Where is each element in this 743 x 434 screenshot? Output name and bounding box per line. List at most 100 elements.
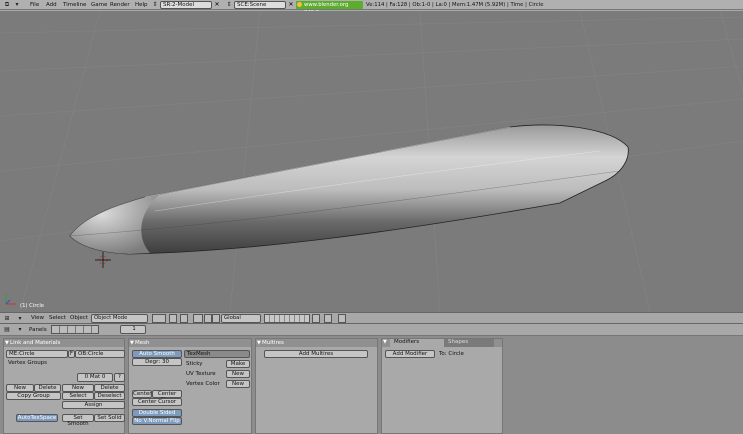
vertex-color-new-button[interactable]: New xyxy=(226,380,250,388)
vertex-color-label: Vertex Color xyxy=(186,381,220,387)
sticky-label: Sticky xyxy=(186,361,203,367)
object-datablock-field[interactable]: OB:Circle xyxy=(75,350,125,358)
auto-smooth-toggle[interactable]: Auto Smooth xyxy=(132,350,182,358)
render-icon[interactable] xyxy=(338,314,346,323)
add-multires-button[interactable]: Add Multires xyxy=(264,350,368,358)
3d-cursor-icon[interactable] xyxy=(95,252,111,268)
panel-tab-bar: ▼ Modifiers Shapes xyxy=(382,339,502,347)
menu-timeline[interactable]: Timeline xyxy=(63,0,86,10)
context-buttons[interactable] xyxy=(51,325,99,334)
material-help-button[interactable]: ? xyxy=(114,373,125,382)
material-select-button[interactable]: Select xyxy=(62,392,94,400)
panel-title-bar[interactable]: ▼ Mesh xyxy=(129,339,251,347)
orientation-dropdown-value: Global xyxy=(224,315,241,321)
center-cursor-button[interactable]: Center Cursor xyxy=(132,398,182,406)
window-type-icon[interactable]: ⧉ xyxy=(3,1,11,9)
panel-title: Mesh xyxy=(135,340,150,346)
panel-mesh: ▼ Mesh Auto Smooth Degr: 30 TexMesh Stic… xyxy=(128,338,252,434)
layer-buttons[interactable] xyxy=(264,314,310,323)
fake-user-toggle[interactable]: F xyxy=(68,350,75,358)
autotexspace-toggle[interactable]: AutoTexSpace xyxy=(16,414,58,422)
collapse-menu-icon[interactable]: ▾ xyxy=(16,315,24,323)
sticky-make-button[interactable]: Make xyxy=(226,360,250,368)
texmesh-field[interactable]: TexMesh xyxy=(184,350,250,358)
collapse-triangle-icon[interactable]: ▼ xyxy=(383,339,387,345)
modifier-target-label: To: Circle xyxy=(439,351,464,357)
vgroup-new-button[interactable]: New xyxy=(6,384,34,392)
scene-delete-icon[interactable]: ✕ xyxy=(287,1,295,9)
scene-field[interactable]: SCE:Scene xyxy=(234,1,286,9)
rotate-icon[interactable] xyxy=(212,314,220,323)
panel-title: Multires xyxy=(262,340,284,346)
copy-group-button[interactable]: Copy Group xyxy=(6,392,61,400)
scene-stats: Ve:114 | Fa:128 | Ob:1-0 | La:0 | Mem:1.… xyxy=(366,2,544,8)
panel-title: Link and Materials xyxy=(10,340,61,346)
screen-field[interactable]: SR:2-Model xyxy=(160,1,212,9)
double-sided-toggle[interactable]: Double Sided xyxy=(132,409,182,417)
menu-render[interactable]: Render xyxy=(110,0,130,10)
frame-value: 1 xyxy=(132,326,136,332)
vgroup-delete-button[interactable]: Delete xyxy=(34,384,61,392)
manipulator-hand-icon[interactable] xyxy=(193,314,203,323)
3d-view-header: ⊞ ▾ View Select Object Object Mode Globa… xyxy=(0,312,743,324)
panel-title-bar[interactable]: ▼ Link and Materials xyxy=(4,339,124,347)
no-v-normal-flip-toggle[interactable]: No V.Normal Flip xyxy=(132,417,182,425)
set-smooth-button[interactable]: Set Smooth xyxy=(62,414,94,427)
window-type-icon[interactable]: ▤ xyxy=(3,326,11,334)
scene-browse-icon[interactable]: ⇕ xyxy=(225,1,233,9)
panel-title-bar[interactable]: ▼ Multires xyxy=(256,339,377,347)
axis-gizmo-icon xyxy=(5,294,16,305)
menu-select[interactable]: Select xyxy=(49,313,66,323)
material-new-button[interactable]: New xyxy=(62,384,94,392)
menu-help[interactable]: Help xyxy=(135,0,148,10)
viewport-canvas[interactable] xyxy=(0,11,743,312)
add-modifier-button[interactable]: Add Modifier xyxy=(385,350,435,358)
panel-multires: ▼ Multires Add Multires xyxy=(255,338,378,434)
buttons-header: ▤ ▾ Panels 1 xyxy=(0,324,743,336)
buttons-area: ▼ Link and Materials ME:Circle F OB:Circ… xyxy=(0,336,743,434)
mode-dropdown-value: Object Mode xyxy=(94,315,128,321)
lock-icon[interactable] xyxy=(312,314,320,323)
collapse-menu-icon[interactable]: ▾ xyxy=(13,1,21,9)
collapse-triangle-icon[interactable]: ▼ xyxy=(257,339,261,347)
info-header: ⧉ ▾ File Add Timeline Game Render Help ⇕… xyxy=(0,0,743,16)
material-deselect-button[interactable]: Deselect xyxy=(94,392,125,400)
menu-file[interactable]: File xyxy=(30,0,39,10)
material-delete-button[interactable]: Delete xyxy=(94,384,125,392)
material-assign-button[interactable]: Assign xyxy=(62,401,125,409)
3d-viewport[interactable] xyxy=(0,11,743,312)
collapse-menu-icon[interactable]: ▾ xyxy=(16,326,24,334)
frame-field[interactable]: 1 xyxy=(120,325,146,334)
mesh-datablock-field[interactable]: ME:Circle xyxy=(6,350,68,358)
occlude-icon[interactable] xyxy=(324,314,332,323)
tab-modifiers[interactable]: Modifiers xyxy=(390,339,444,347)
menu-game[interactable]: Game xyxy=(91,0,107,10)
panels-label: Panels xyxy=(29,327,47,333)
blender-url-link[interactable]: www.blender.org 249.2 xyxy=(296,1,363,16)
orientation-dropdown[interactable]: Global xyxy=(221,314,261,323)
set-solid-button[interactable]: Set Solid xyxy=(94,414,125,422)
uv-texture-new-button[interactable]: New xyxy=(226,370,250,378)
translate-icon[interactable] xyxy=(204,314,212,323)
tab-shapes[interactable]: Shapes xyxy=(444,339,494,347)
camera-icon[interactable] xyxy=(169,314,177,323)
material-index-field[interactable]: 0 Mat 0 xyxy=(77,373,113,382)
menu-object[interactable]: Object xyxy=(70,313,88,323)
screen-delete-icon[interactable]: ✕ xyxy=(213,1,221,9)
circle-object[interactable] xyxy=(69,124,629,255)
panel-modifiers: ▼ Modifiers Shapes Add Modifier To: Circ… xyxy=(381,338,503,434)
center-new-button[interactable]: Center New xyxy=(152,390,182,403)
collapse-triangle-icon[interactable]: ▼ xyxy=(5,339,9,347)
pivot-icon[interactable] xyxy=(180,314,188,323)
screen-browse-icon[interactable]: ⇕ xyxy=(151,1,159,9)
window-type-icon[interactable]: ⊞ xyxy=(3,315,11,323)
menu-view[interactable]: View xyxy=(31,313,44,323)
menu-add[interactable]: Add xyxy=(46,0,57,10)
collapse-triangle-icon[interactable]: ▼ xyxy=(130,339,134,347)
degr-field[interactable]: Degr: 30 xyxy=(132,358,182,366)
mode-dropdown[interactable]: Object Mode xyxy=(91,314,148,323)
center-button[interactable]: Center xyxy=(132,390,152,398)
panel-link-and-materials: ▼ Link and Materials ME:Circle F OB:Circ… xyxy=(3,338,125,434)
active-object-label: (1) Circle xyxy=(20,303,45,309)
draw-type-dropdown[interactable] xyxy=(152,314,166,323)
